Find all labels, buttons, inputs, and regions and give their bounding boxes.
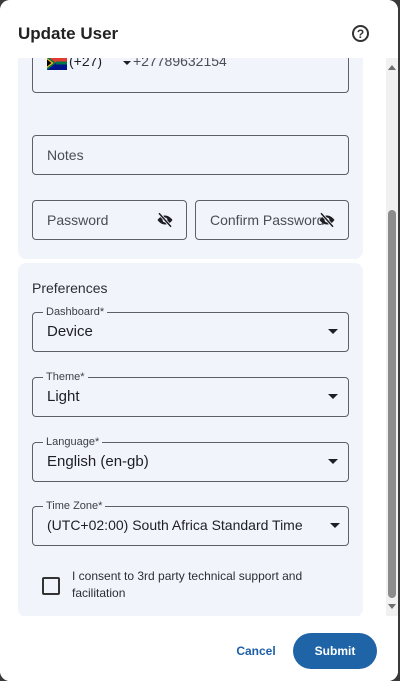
dashboard-label: Dashboard* [43,305,108,319]
dial-code[interactable]: (+27) [69,58,102,69]
password-placeholder: Password [47,212,109,228]
chevron-down-icon[interactable] [123,61,131,65]
eye-off-icon[interactable] [316,211,338,229]
language-value: English (en-gb) [47,453,149,470]
dashboard-value: Device [47,323,93,340]
help-circle-icon[interactable]: ? [352,25,369,42]
scroll-down-arrow-icon[interactable] [388,604,396,609]
dashboard-select[interactable]: Dashboard* Device [32,305,349,352]
cancel-button[interactable]: Cancel [226,636,286,666]
scroll-up-arrow-icon[interactable] [388,65,396,70]
password-field[interactable]: Password [32,200,187,240]
chevron-down-icon[interactable] [328,329,338,334]
preferences-title: Preferences [32,280,108,296]
theme-select[interactable]: Theme* Light [32,370,349,417]
theme-label: Theme* [43,370,88,384]
phone-number[interactable]: +27789632154 [133,58,227,69]
chevron-down-icon[interactable] [330,523,340,528]
dialog-title: Update User [18,24,119,43]
phone-field[interactable]: (+27) +27789632154 [32,58,349,93]
contact-card: (+27) +27789632154 Notes Password Confir… [18,58,363,259]
dialog-scroll-area[interactable]: (+27) +27789632154 Notes Password Confir… [0,58,386,616]
confirm-password-placeholder: Confirm Password [210,212,325,228]
confirm-password-field[interactable]: Confirm Password [195,200,349,240]
scrollbar[interactable] [386,58,398,616]
chevron-down-icon[interactable] [328,394,338,399]
submit-button[interactable]: Submit [293,633,377,669]
time-zone-label: Time Zone* [43,499,106,513]
update-user-dialog: Update User ? (+27) +27789632154 Notes P… [0,0,398,681]
dialog-header: Update User ? [0,0,398,58]
preferences-card: Preferences Dashboard* Device Theme* Lig… [18,263,363,616]
time-zone-value: (UTC+02:00) South Africa Standard Time [47,517,303,533]
scrollbar-thumb[interactable] [388,210,396,598]
eye-off-icon[interactable] [154,211,176,229]
chevron-down-icon[interactable] [328,459,338,464]
language-label: Language* [43,435,103,449]
consent-checkbox[interactable] [42,577,60,595]
consent-label: I consent to 3rd party technical support… [72,569,303,600]
south-africa-flag-icon[interactable] [47,58,67,70]
theme-value: Light [47,388,80,405]
notes-placeholder: Notes [47,147,84,163]
notes-field[interactable]: Notes [32,135,349,175]
time-zone-select[interactable]: Time Zone* (UTC+02:00) South Africa Stan… [32,499,349,546]
language-select[interactable]: Language* English (en-gb) [32,435,349,482]
dialog-footer: Cancel Submit [0,616,398,681]
